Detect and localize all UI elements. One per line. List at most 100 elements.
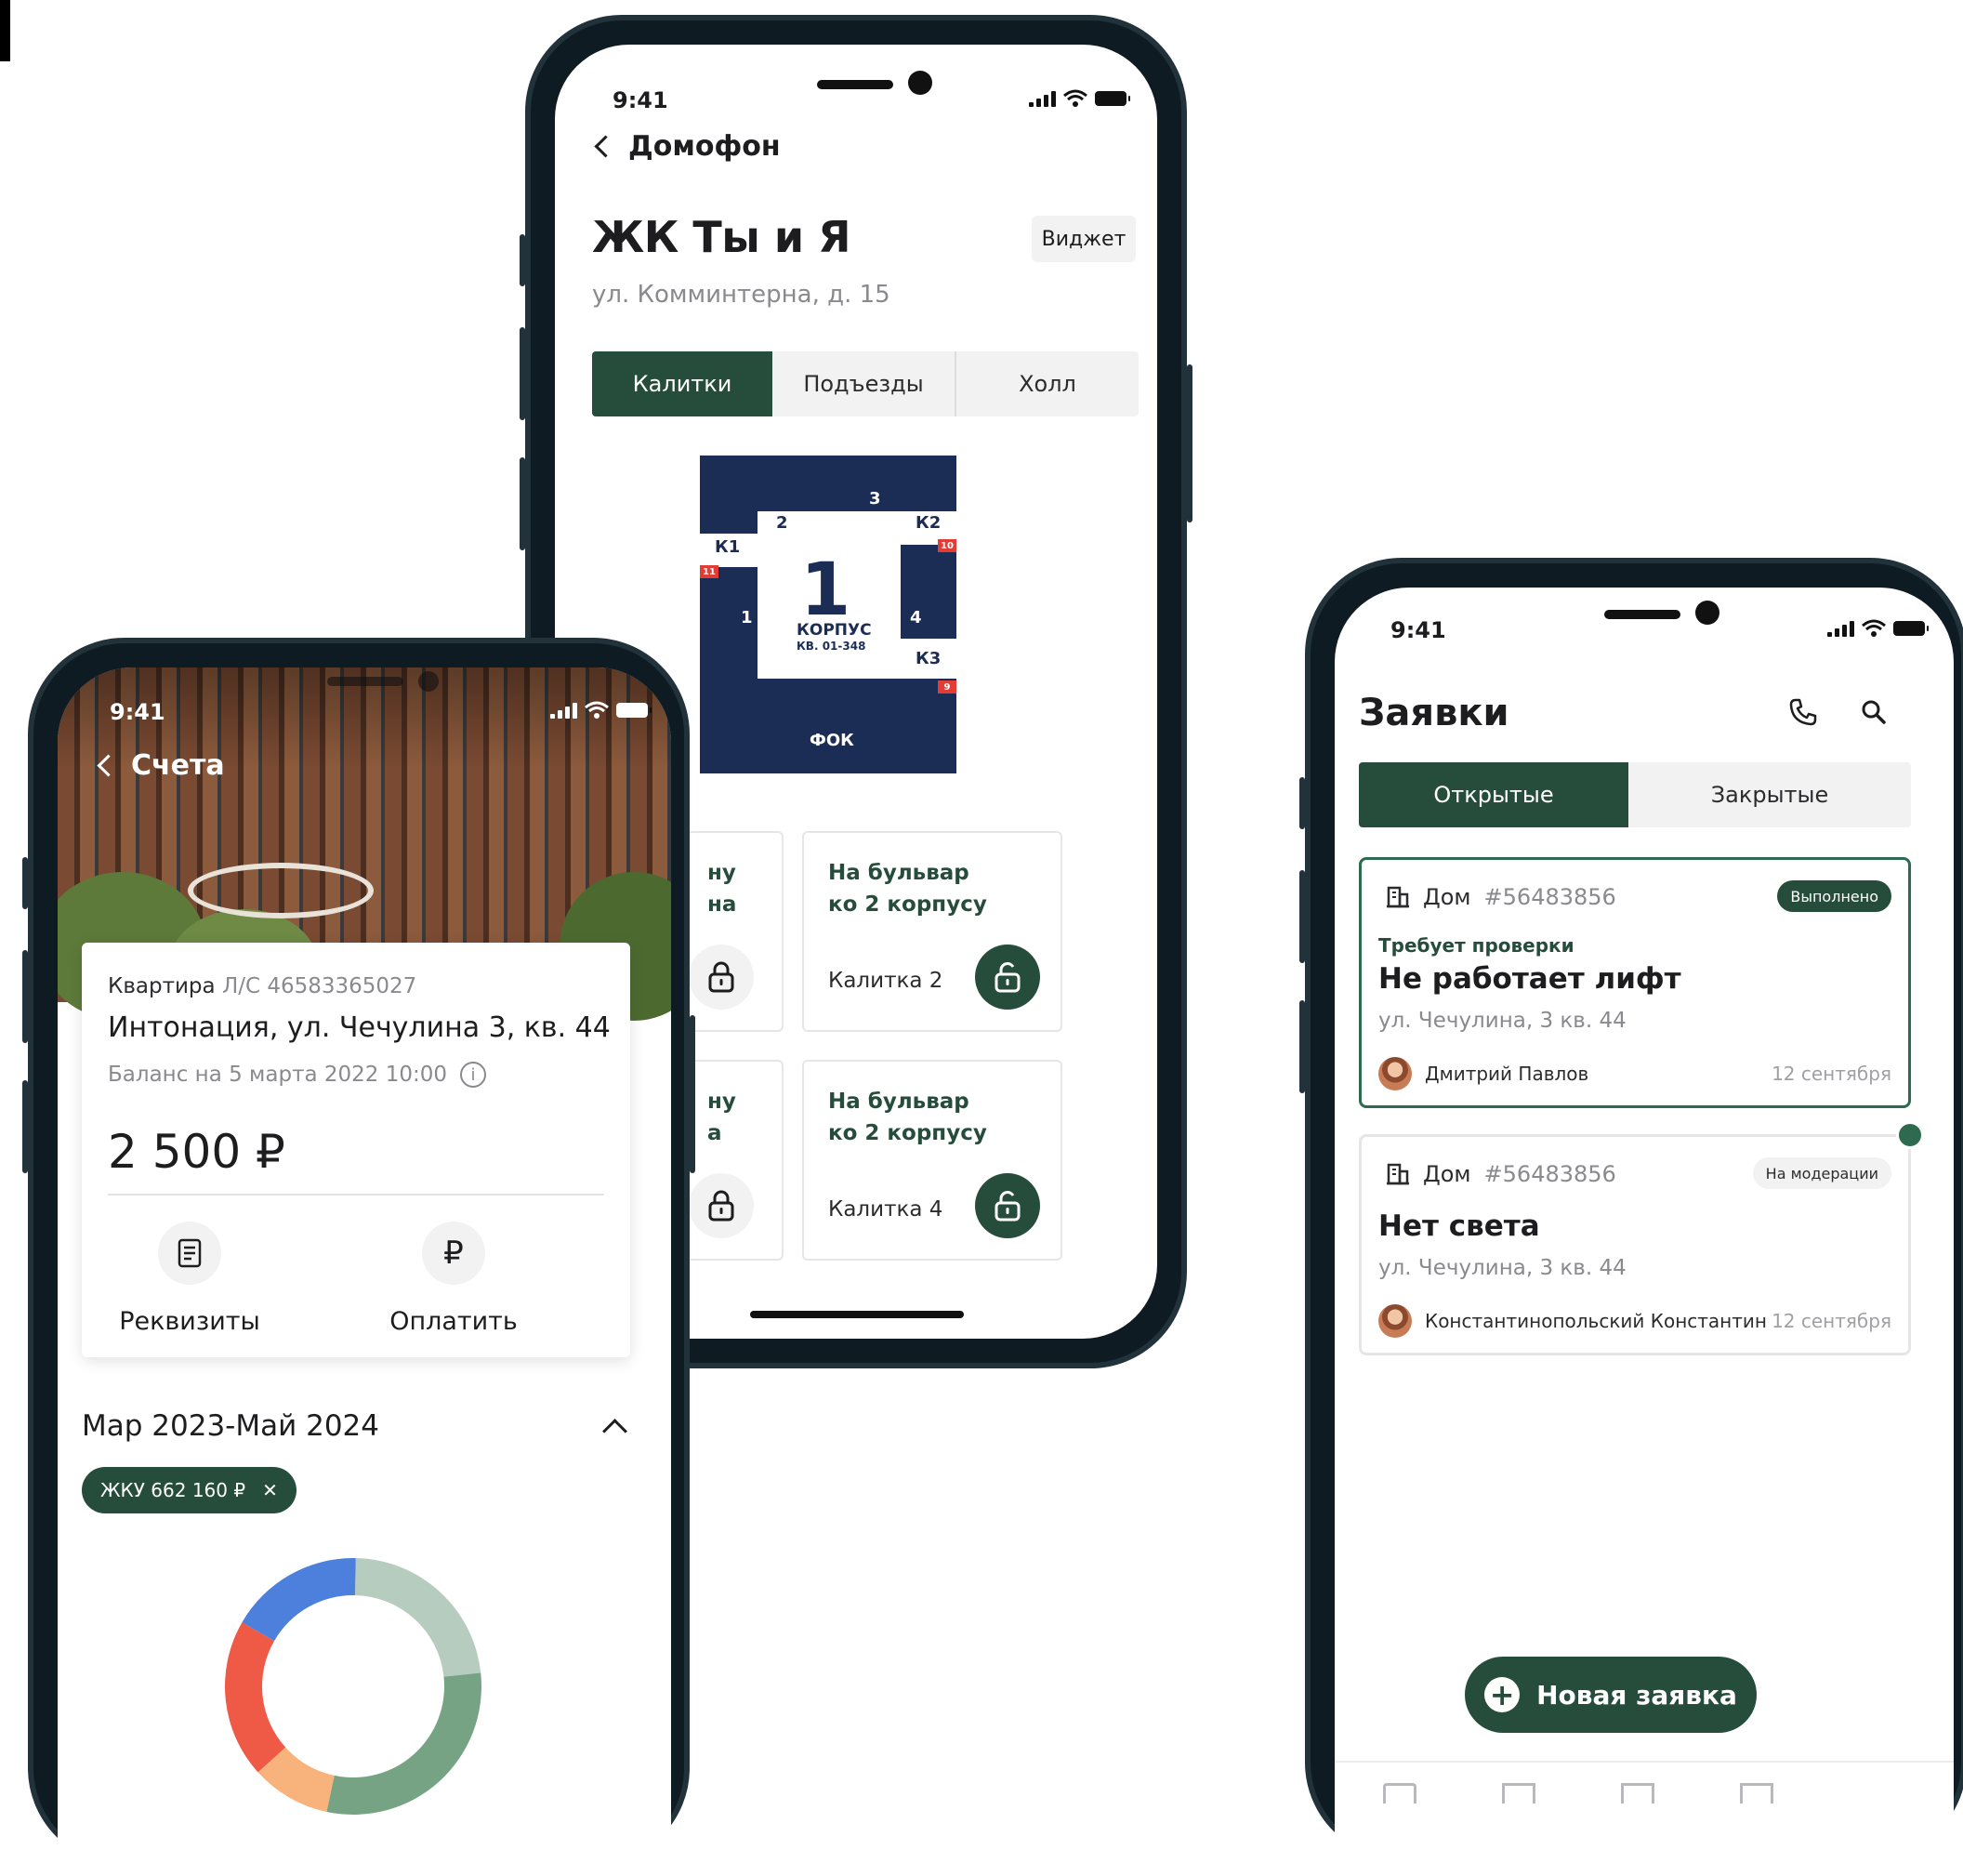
wifi-icon: [585, 701, 609, 719]
front-camera: [418, 671, 439, 692]
search-button[interactable]: [1855, 694, 1892, 731]
requisites-button[interactable]: Реквизиты: [97, 1222, 283, 1336]
request-note: Требует проверки: [1378, 934, 1574, 957]
pay-label: Оплатить: [389, 1307, 518, 1336]
expense-donut-chart: [225, 1558, 481, 1815]
speaker-notch: [817, 80, 893, 89]
request-date: 12 сентября: [1772, 1310, 1891, 1332]
document-icon[interactable]: [1502, 1783, 1535, 1803]
gate-direction: ну на: [707, 861, 737, 917]
grid-icon[interactable]: [1740, 1783, 1773, 1803]
intercom-tabs: Калитки Подъезды Холл: [592, 351, 1139, 416]
front-camera: [1695, 601, 1719, 625]
close-icon[interactable]: ✕: [262, 1479, 278, 1501]
phone-side-button: [690, 1015, 695, 1173]
corner-mark: [0, 0, 10, 61]
lock-icon: [708, 1190, 734, 1222]
chevron-left-icon: [97, 754, 120, 777]
gate-name: Калитка 4: [828, 1197, 943, 1222]
front-camera: [908, 71, 932, 95]
unlock-icon: [995, 1191, 1021, 1222]
donut-slice: [225, 1622, 286, 1773]
phone-side-button: [1187, 364, 1192, 522]
chevron-up-icon[interactable]: [602, 1419, 627, 1444]
plan-flat-range: КВ. 01-348: [797, 640, 866, 653]
info-icon[interactable]: i: [460, 1062, 487, 1088]
unlock-button[interactable]: [975, 1173, 1040, 1238]
pay-button[interactable]: ₽ Оплатить: [361, 1222, 547, 1336]
request-title: Нет света: [1378, 1209, 1540, 1243]
avatar: [1378, 1304, 1412, 1338]
request-card[interactable]: Дом #56483856 На модерации Нет света ул. …: [1359, 1134, 1911, 1355]
donut-slice: [354, 1558, 481, 1677]
unlock-button[interactable]: [975, 945, 1040, 1010]
widget-button[interactable]: Виджет: [1032, 216, 1136, 262]
request-assignee: Дмитрий Павлов: [1378, 1057, 1588, 1090]
request-number: #56483856: [1483, 1161, 1616, 1187]
tab-entrances[interactable]: Подъезды: [772, 351, 955, 416]
status-badge: На модерации: [1752, 1157, 1891, 1189]
screen-title: Домофон: [628, 130, 781, 163]
speaker-notch: [327, 677, 403, 686]
signal-icon: [1029, 90, 1056, 107]
request-tabs: Открытые Закрытые: [1359, 762, 1911, 827]
plan-building-label: КОРПУС: [797, 621, 872, 640]
phone-call-button[interactable]: [1785, 694, 1822, 731]
account-card: Квартира Л/С 46583365027 Интонация, ул. …: [82, 943, 630, 1357]
list-icon[interactable]: [1621, 1783, 1654, 1803]
speaker-notch: [1604, 610, 1680, 619]
plan-gate-3: 3: [869, 489, 881, 509]
lock-button[interactable]: [689, 1173, 754, 1238]
filter-chip[interactable]: ЖКУ 662 160 ₽ ✕: [82, 1467, 296, 1513]
plan-building-number: 1: [800, 548, 851, 632]
plan-label-k1: К1: [715, 537, 741, 557]
phone-side-button: [22, 950, 28, 1043]
status-time: 9:41: [1390, 617, 1446, 643]
tab-gates[interactable]: Калитки: [592, 351, 772, 416]
avatar: [1378, 1057, 1412, 1090]
balance-note: Баланс на 5 марта 2022 10:00 i: [108, 1062, 487, 1088]
phone-side-button: [520, 457, 525, 550]
building-icon: [1387, 886, 1409, 908]
tab-hall[interactable]: Холл: [955, 351, 1139, 416]
gate-card[interactable]: На бульвар ко 2 корпусу Калитка 2: [802, 831, 1062, 1032]
unread-chat-icon: [1896, 1121, 1924, 1149]
donut-slice: [326, 1672, 481, 1815]
lock-button[interactable]: [689, 945, 754, 1010]
wifi-icon: [1862, 619, 1886, 637]
chip-label: ЖКУ 662 160 ₽: [100, 1479, 246, 1501]
request-date: 12 сентября: [1772, 1063, 1891, 1085]
new-request-button[interactable]: + Новая заявка: [1465, 1657, 1757, 1733]
request-card[interactable]: Дом #56483856 Выполнено Требует проверки …: [1359, 857, 1911, 1108]
request-address: ул. Чечулина, 3 кв. 44: [1378, 1256, 1627, 1280]
request-house: Дом #56483856: [1386, 1161, 1616, 1187]
signal-icon: [550, 702, 577, 719]
plan-marker: 9: [938, 680, 956, 694]
tab-closed[interactable]: Закрытые: [1628, 762, 1911, 827]
gate-direction: ну а: [707, 1090, 736, 1145]
battery-icon: [1893, 621, 1929, 636]
plan-gate-4: 4: [910, 608, 922, 628]
page-title: Заявки: [1359, 692, 1509, 734]
account-number: Л/С 46583365027: [221, 974, 417, 998]
building-plan: К1 К2 К3 2 3 1 4 11 10 9 1 КОРПУС КВ. 01…: [700, 456, 956, 773]
request-address: ул. Чечулина, 3 кв. 44: [1378, 1009, 1627, 1033]
accounts-screen: 9:41 Счета Квартира Л/С 46583365027 Инто…: [58, 667, 671, 1876]
back-button[interactable]: Домофон: [592, 130, 781, 163]
home-indicator[interactable]: [750, 1311, 964, 1318]
signal-icon: [1827, 620, 1854, 637]
screen-title: Счета: [131, 749, 225, 782]
tab-open[interactable]: Открытые: [1359, 762, 1628, 827]
gate-card[interactable]: На бульвар ко 2 корпусу Калитка 4: [802, 1060, 1062, 1261]
back-button[interactable]: Счета: [95, 749, 225, 782]
phone-side-button: [22, 857, 28, 909]
complex-title: ЖК Ты и Я: [592, 212, 851, 262]
complex-address: ул. Комминтерна, д. 15: [592, 281, 890, 309]
plan-gate-1: 1: [741, 608, 753, 628]
plan-marker: 11: [700, 565, 718, 578]
battery-icon: [616, 703, 652, 718]
search-icon: [1862, 700, 1886, 724]
divider: [108, 1194, 604, 1196]
plan-fok-label: ФОК: [810, 731, 854, 750]
home-icon[interactable]: [1383, 1783, 1416, 1803]
